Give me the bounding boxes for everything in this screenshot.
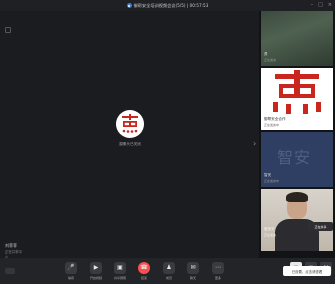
presenter-subtitle: 正在共享中 — [5, 250, 22, 254]
tool-label: 更多 — [214, 276, 221, 280]
title-wrap: 御帮安全培训视频会议(5/5) | 00:57:53 — [126, 2, 209, 9]
main-video-stage[interactable]: 摄像头已关闭 › 刘菲菲 正在共享中 ◎ — [0, 11, 259, 259]
minimize-button[interactable]: – — [311, 2, 314, 8]
close-button[interactable]: × — [328, 2, 332, 8]
tooltip-popup[interactable]: 已设置，点击请查看 — [283, 266, 331, 276]
chat-button[interactable]: ✉ 聊天 — [182, 262, 204, 280]
tool-label: 聊天 — [189, 276, 196, 280]
presenter-logo-icon — [122, 114, 138, 133]
layout-toggle-icon[interactable] — [5, 27, 11, 33]
participant-tile[interactable]: 智安 智安 正在发言中 — [261, 132, 333, 187]
participant-name: 勇 — [264, 52, 268, 56]
more-icon: ⋯ — [212, 262, 224, 274]
participant-status: 正在发言中 — [264, 179, 280, 183]
tool-label: 结束 — [140, 276, 147, 280]
tool-label: 共享屏幕 — [113, 276, 126, 280]
participant-name: 御帮安全合作 — [264, 117, 286, 121]
hang-up-button[interactable]: ☎ 结束 — [133, 262, 155, 280]
title-bar: 御帮安全培训视频会议(5/5) | 00:57:53 – □ × — [0, 0, 335, 11]
app-logo-icon — [126, 3, 132, 8]
participant-tile[interactable]: 勇 正在发言 — [261, 11, 333, 66]
members-icon: ♟ — [163, 262, 175, 274]
video-button[interactable]: ▶ 开启视频 — [85, 262, 107, 280]
participant-name: 智安 — [264, 173, 272, 177]
participant-status: 正在发言 — [264, 58, 277, 62]
collapse-sidebar-icon[interactable]: › — [253, 139, 256, 148]
participant-hair — [286, 192, 308, 202]
chat-icon: ✉ — [187, 262, 199, 274]
camera-off-status: 摄像头已关闭 — [119, 142, 141, 146]
share-screen-button[interactable]: ▣ 共享屏幕 — [109, 262, 131, 280]
presenter-placeholder: 摄像头已关闭 — [100, 110, 160, 147]
participant-status: 正在发言中 — [264, 123, 280, 127]
participant-name: 董家安 — [264, 227, 275, 231]
participant-status: 正在发言 — [264, 233, 277, 237]
maximize-button[interactable]: □ — [318, 2, 323, 8]
window-title: 御帮安全培训视频会议(5/5) | 00:57:53 — [133, 2, 209, 8]
org-logo-icon — [273, 70, 321, 114]
tooltip-text: 已设置，点击请查看 — [291, 269, 323, 274]
members-button[interactable]: ♟ 成员 — [158, 262, 180, 280]
tool-label: 成员 — [165, 276, 172, 280]
participant-tile[interactable]: 董家安 正在发言 正在共享 — [261, 189, 333, 251]
tool-label: 静音 — [67, 276, 74, 280]
network-status-icon[interactable] — [5, 268, 15, 274]
hangup-icon: ☎ — [138, 262, 150, 274]
participant-sidebar: 勇 正在发言 御帮安全合作 正在发言中 智安 智安 正在发言中 董家安 正在发言… — [259, 11, 335, 258]
org-logo-text: 智安 — [277, 148, 312, 167]
tool-label: 开启视频 — [89, 276, 102, 280]
camera-icon: ▶ — [90, 262, 102, 274]
share-icon: ▣ — [114, 262, 126, 274]
window-controls: – □ × — [311, 2, 332, 8]
sharing-badge: 正在共享 — [308, 222, 333, 231]
more-button[interactable]: ⋯ 更多 — [207, 262, 229, 280]
mute-button[interactable]: 🎤 静音 — [60, 262, 82, 280]
mic-icon: 🎤 — [65, 262, 77, 274]
presenter-avatar — [116, 110, 144, 138]
participant-tile[interactable]: 御帮安全合作 正在发言中 — [261, 68, 333, 130]
